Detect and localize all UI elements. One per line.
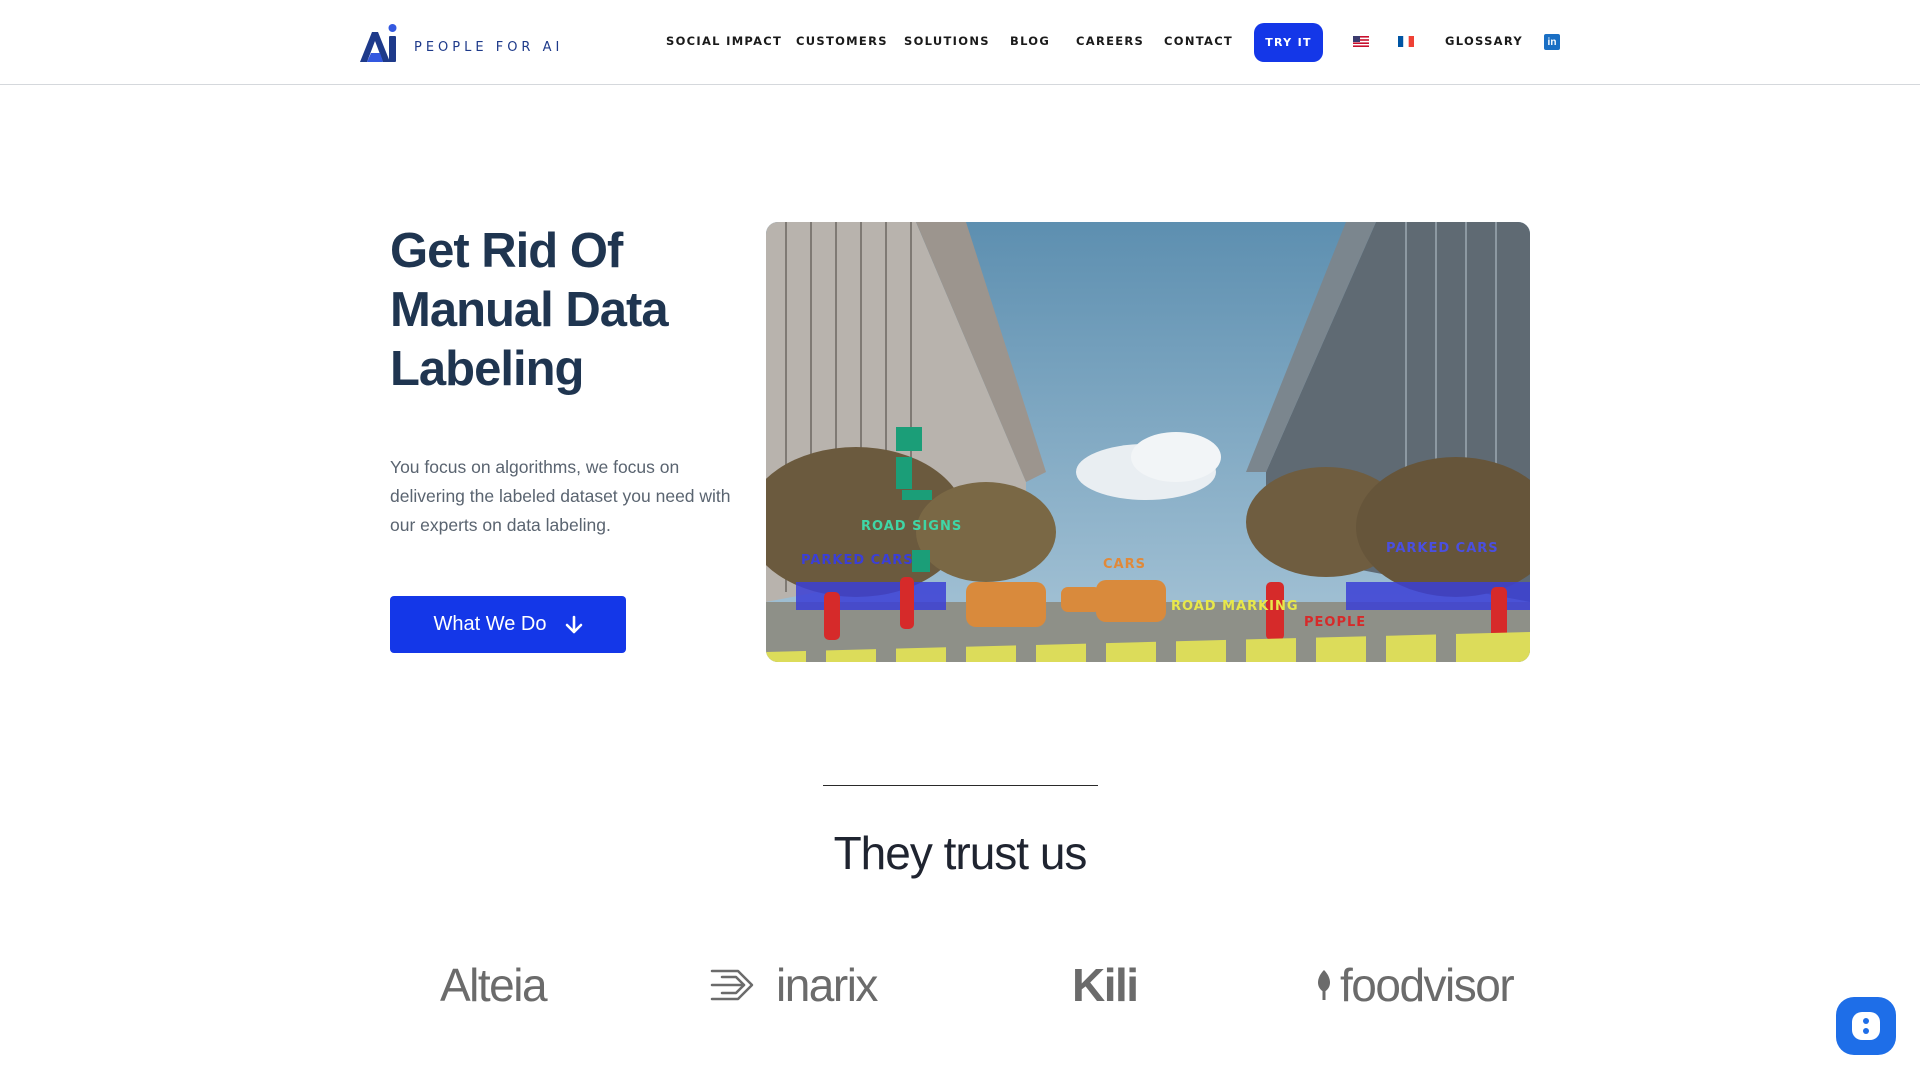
client-logo-kili: Kili — [1072, 958, 1139, 1012]
client-logo-foodvisor: foodvisor — [1314, 958, 1515, 1012]
what-we-do-button[interactable]: What We Do — [390, 596, 626, 653]
site-header: PEOPLE FOR AI SOCIAL IMPACT CUSTOMERS SO… — [0, 0, 1920, 85]
chat-widget-button[interactable] — [1836, 997, 1896, 1055]
client-name: inarix — [776, 959, 878, 1011]
us-flag-icon[interactable] — [1353, 36, 1369, 47]
people-for-ai-logo-icon — [360, 24, 397, 62]
client-logo-inarix: inarix — [708, 958, 878, 1012]
section-divider — [823, 785, 1098, 786]
client-name: foodvisor — [1340, 959, 1515, 1011]
linkedin-icon[interactable]: in — [1544, 34, 1560, 50]
inarix-chevrons-icon — [710, 969, 754, 1001]
hero-description: You focus on algorithms, we focus on del… — [390, 457, 731, 535]
client-name: Alteia — [440, 959, 548, 1011]
logo-text: PEOPLE FOR AI — [414, 39, 564, 55]
label-road-signs: ROAD SIGNS — [861, 519, 962, 534]
label-parked-cars-right: PARKED CARS — [1386, 541, 1499, 556]
label-cars: CARS — [1103, 557, 1146, 572]
fr-flag-icon[interactable] — [1398, 36, 1414, 47]
nav-social-impact[interactable]: SOCIAL IMPACT — [666, 34, 782, 48]
label-people: PEOPLE — [1304, 615, 1366, 630]
arrow-down-icon — [565, 615, 582, 633]
client-logo-alteia: Alteia — [440, 958, 548, 1012]
hero-title: Get Rid Of Manual Data Labeling — [390, 224, 669, 396]
chat-icon — [1852, 1012, 1880, 1040]
label-parked-cars-left: PARKED CARS — [801, 553, 914, 568]
nav-glossary[interactable]: GLOSSARY — [1445, 34, 1523, 48]
nav-solutions[interactable]: SOLUTIONS — [904, 34, 990, 48]
nav-blog[interactable]: BLOG — [1010, 34, 1050, 48]
label-road-marking: ROAD MARKING — [1171, 599, 1299, 614]
logo[interactable]: PEOPLE FOR AI — [358, 22, 563, 64]
trust-title: They trust us — [833, 827, 1088, 879]
try-it-button[interactable]: TRY IT — [1254, 23, 1323, 62]
nav-customers[interactable]: CUSTOMERS — [796, 34, 888, 48]
street-scene: ROAD SIGNS PARKED CARS CARS ROAD MARKING… — [766, 222, 1530, 662]
foodvisor-leaf-icon — [1318, 970, 1330, 1000]
hero-street-annotation-image: ROAD SIGNS PARKED CARS CARS ROAD MARKING… — [766, 222, 1530, 662]
what-we-do-label: What We Do — [433, 613, 547, 635]
nav-careers[interactable]: CAREERS — [1076, 34, 1144, 48]
nav-contact[interactable]: CONTACT — [1164, 34, 1233, 48]
client-name: Kili — [1072, 959, 1139, 1011]
